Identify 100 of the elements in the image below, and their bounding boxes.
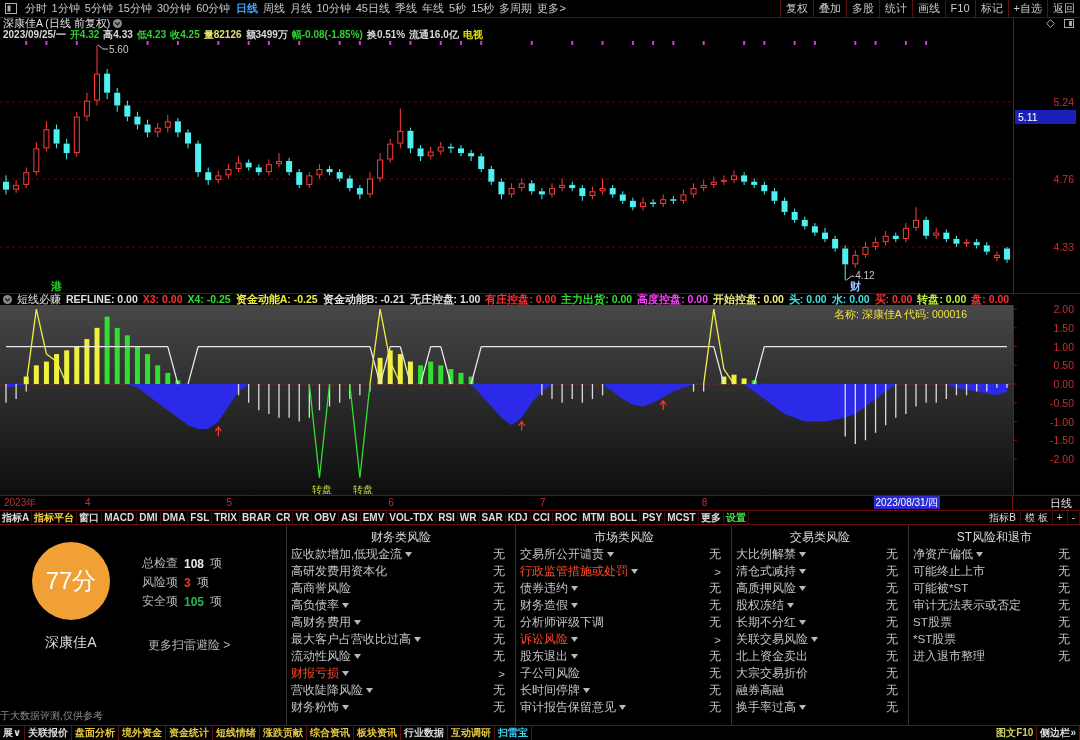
indicator-tab[interactable]: CCI — [530, 511, 553, 524]
risk-item[interactable]: 诉讼风险 — [520, 632, 578, 647]
indicator-tab[interactable]: 模 板 — [1021, 511, 1053, 524]
risk-item[interactable]: 关联交易风险 — [736, 632, 818, 647]
bottom-tab[interactable]: 境外资金 — [119, 726, 167, 740]
indicator-tab[interactable]: BRAR — [240, 511, 274, 524]
indicator-tab[interactable]: MCST — [665, 511, 699, 524]
bottom-tab[interactable]: 资金统计 — [166, 726, 214, 740]
caret-down-icon[interactable] — [976, 552, 983, 557]
caret-down-icon[interactable] — [583, 688, 590, 693]
caret-down-icon[interactable] — [571, 586, 578, 591]
caret-down-icon[interactable] — [799, 620, 806, 625]
toolbar-button[interactable]: 复权 — [779, 0, 813, 17]
indicator-tab[interactable]: 更多 — [698, 511, 724, 524]
caret-down-icon[interactable] — [619, 705, 626, 710]
risk-item[interactable]: 分析师评级下调 — [520, 615, 604, 630]
chevron-circle-icon[interactable] — [3, 295, 12, 304]
indicator-tab[interactable]: SAR — [479, 511, 506, 524]
indicator-tab[interactable]: 窗口 — [77, 511, 103, 524]
toolbar-button[interactable]: 多股 — [845, 0, 879, 17]
bottom-tab[interactable]: 互动调研 — [448, 726, 496, 740]
indicator-tab[interactable]: FSL — [188, 511, 213, 524]
risk-item[interactable]: 财务造假 — [520, 598, 578, 613]
indicator-tab[interactable]: CR — [273, 511, 294, 524]
caret-down-icon[interactable] — [571, 603, 578, 608]
caret-down-icon[interactable] — [342, 603, 349, 608]
window-icon[interactable] — [5, 3, 17, 14]
caret-down-icon[interactable] — [571, 654, 578, 659]
risk-item[interactable]: 清仓式减持 — [736, 564, 806, 579]
risk-item[interactable]: 行政监管措施或处罚 — [520, 564, 638, 579]
indicator-tab[interactable]: BOLL — [607, 511, 641, 524]
indicator-tab[interactable]: PSY — [640, 511, 666, 524]
indicator-tab[interactable]: 指标平台 — [32, 511, 78, 524]
toolbar-button[interactable]: 标记 — [974, 0, 1008, 17]
risk-item[interactable]: 审计报告保留意见 — [520, 700, 626, 715]
risk-item[interactable]: 大宗交易折价 — [736, 666, 808, 681]
bottom-tab[interactable]: 综合资讯 — [307, 726, 355, 740]
indicator-tab[interactable]: OBV — [312, 511, 339, 524]
indicator-tab[interactable]: 设置 — [723, 511, 749, 524]
indicator-tab[interactable]: WR — [457, 511, 480, 524]
risk-item[interactable]: 高质押风险 — [736, 581, 806, 596]
period-tab[interactable]: 分时 — [22, 0, 49, 17]
bottom-tab[interactable]: 关联报价 — [25, 726, 73, 740]
period-tab[interactable]: 年线 — [419, 0, 447, 17]
bottom-tab[interactable]: 展∨ — [0, 726, 26, 740]
period-tab[interactable]: 日线 — [233, 0, 260, 17]
risk-item[interactable]: 股权冻结 — [736, 598, 794, 613]
period-tab[interactable]: 5秒 — [446, 0, 469, 17]
period-tab[interactable]: 45日线 — [353, 0, 393, 17]
caret-down-icon[interactable] — [799, 705, 806, 710]
indicator-tab[interactable]: 指标B — [985, 511, 1022, 524]
toolbar-button[interactable]: +自选 — [1007, 0, 1047, 17]
caret-down-icon[interactable] — [631, 569, 638, 574]
risk-item[interactable]: 可能被*ST — [913, 581, 969, 596]
risk-item[interactable]: 北上资金卖出 — [736, 649, 808, 664]
indicator-tab[interactable]: RSI — [436, 511, 458, 524]
period-tab[interactable]: 周线 — [260, 0, 287, 17]
period-tab[interactable]: 1分钟 — [49, 0, 83, 17]
caret-down-icon[interactable] — [607, 552, 614, 557]
chevron-circle-icon[interactable] — [113, 19, 123, 28]
risk-item[interactable]: 可能终止上市 — [913, 564, 985, 579]
period-tab[interactable]: 60分钟 — [193, 0, 233, 17]
caret-down-icon[interactable] — [342, 705, 349, 710]
bottom-tab[interactable]: 扫雷宝 — [495, 726, 533, 740]
period-tab[interactable]: 季线 — [392, 0, 420, 17]
bottom-tab[interactable]: 盘面分析 — [72, 726, 120, 740]
period-tab[interactable]: 月线 — [287, 0, 314, 17]
risk-item[interactable]: 高财务费用 — [291, 615, 361, 630]
indicator-tab[interactable]: TRIX — [212, 511, 241, 524]
caret-down-icon[interactable] — [799, 569, 806, 574]
risk-item[interactable]: 财报亏损 — [291, 666, 349, 681]
risk-item[interactable]: 融券高融 — [736, 683, 784, 698]
period-tab[interactable]: 15分钟 — [115, 0, 155, 17]
indicator-tab[interactable]: DMA — [160, 511, 189, 524]
risk-item[interactable]: 进入退市整理 — [913, 649, 985, 664]
caret-down-icon[interactable] — [366, 688, 373, 693]
caret-down-icon[interactable] — [354, 620, 361, 625]
risk-item[interactable]: 换手率过高 — [736, 700, 806, 715]
indicator-tab[interactable]: EMV — [360, 511, 388, 524]
risk-item[interactable]: 高研发费用资本化 — [291, 564, 387, 579]
risk-item[interactable]: 营收陡降风险 — [291, 683, 373, 698]
bottom-tab[interactable]: 侧边栏» — [1037, 726, 1080, 740]
caret-down-icon[interactable] — [342, 671, 349, 676]
bottom-tab[interactable]: 板块资讯 — [354, 726, 402, 740]
period-tab[interactable]: 多周期 — [496, 0, 535, 17]
risk-item[interactable]: 长期不分红 — [736, 615, 806, 630]
indicator-tab[interactable]: 指标A — [0, 511, 33, 524]
caret-down-icon[interactable] — [414, 637, 421, 642]
caret-down-icon[interactable] — [354, 654, 361, 659]
risk-item[interactable]: 高负债率 — [291, 598, 349, 613]
indicator-tab[interactable]: VR — [293, 511, 313, 524]
toolbar-button[interactable]: 画线 — [911, 0, 945, 17]
indicator-tab[interactable]: MACD — [102, 511, 138, 524]
caret-down-icon[interactable] — [799, 552, 806, 557]
risk-item[interactable]: 财务粉饰 — [291, 700, 349, 715]
risk-item[interactable]: *ST股票 — [913, 632, 957, 647]
period-tab[interactable]: 30分钟 — [154, 0, 194, 17]
period-tab[interactable]: 10分钟 — [314, 0, 354, 17]
risk-item[interactable]: 审计无法表示或否定 — [913, 598, 1021, 613]
bottom-tab[interactable]: 行业数据 — [401, 726, 449, 740]
